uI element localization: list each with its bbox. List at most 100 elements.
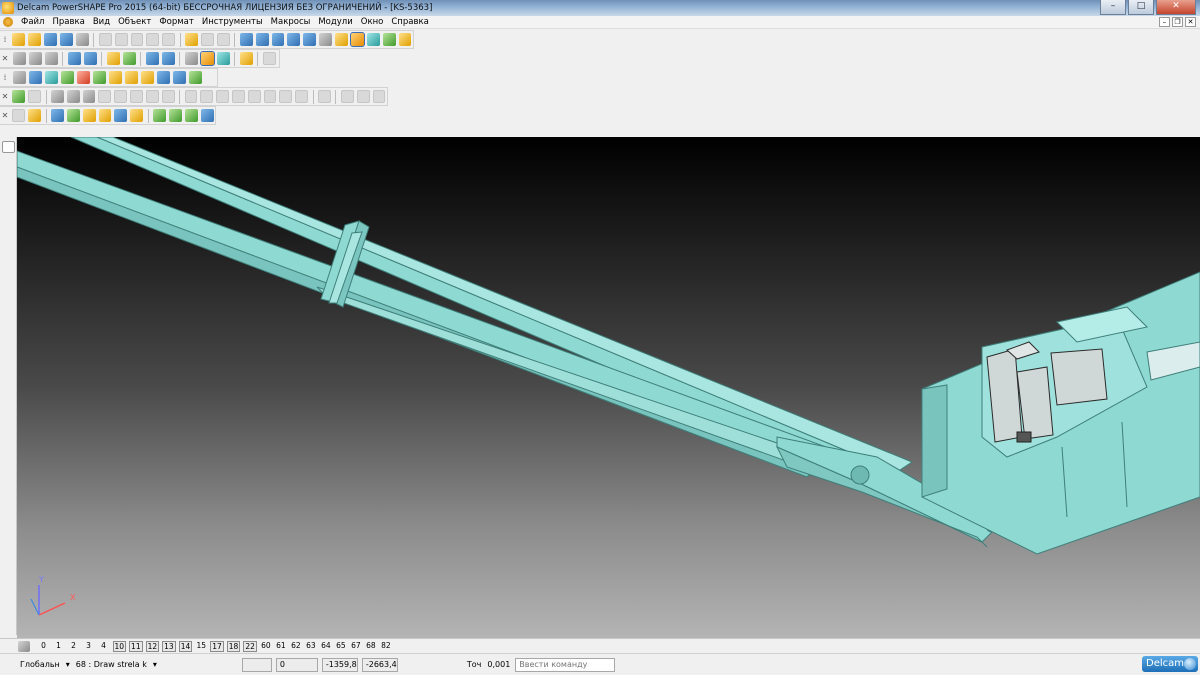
zoom-in-icon[interactable] xyxy=(145,52,159,65)
workplane-icon[interactable] xyxy=(255,33,269,46)
copy-icon[interactable] xyxy=(114,33,128,46)
smart-cursor-icon[interactable] xyxy=(193,658,207,672)
feature-icon[interactable] xyxy=(28,90,41,103)
toolbar-close[interactable]: ✕ xyxy=(1,108,9,123)
active-level-select[interactable]: 68 : Draw strela k xyxy=(76,660,147,669)
fill-in-icon[interactable] xyxy=(130,109,144,122)
level-button[interactable]: 10 xyxy=(112,640,127,652)
boolean-icon[interactable] xyxy=(161,90,175,103)
toolbar-close[interactable]: ✕ xyxy=(1,89,9,104)
component-icon[interactable] xyxy=(156,71,170,84)
extrude-icon[interactable] xyxy=(51,109,64,122)
view-side-icon[interactable] xyxy=(44,52,58,65)
wireframe-icon[interactable] xyxy=(216,52,230,65)
general-edit-icon[interactable] xyxy=(2,177,15,189)
paste-icon[interactable] xyxy=(130,33,144,46)
check-icon[interactable] xyxy=(372,90,386,103)
view-iso-icon[interactable] xyxy=(67,52,81,65)
view-iso2-icon[interactable] xyxy=(83,52,97,65)
save-icon[interactable] xyxy=(44,33,58,46)
dimension-icon[interactable] xyxy=(335,33,348,46)
loft-icon[interactable] xyxy=(98,109,112,122)
ball-icon[interactable] xyxy=(76,71,90,84)
menu-format[interactable]: Формат xyxy=(155,16,198,28)
toolbar-grip[interactable]: ⁞ xyxy=(1,32,9,47)
chevron-down-icon[interactable]: ▾ xyxy=(66,660,70,669)
recalculate-icon[interactable] xyxy=(356,90,370,103)
simplify-icon[interactable] xyxy=(279,90,293,103)
electrode-icon[interactable] xyxy=(382,33,396,46)
open-file-icon[interactable] xyxy=(28,33,42,46)
level-button[interactable]: 65 xyxy=(335,641,347,652)
fillet-icon[interactable] xyxy=(66,90,80,103)
edit-icon[interactable] xyxy=(146,33,160,46)
trim-icon[interactable] xyxy=(200,90,214,103)
tree-icon[interactable] xyxy=(12,90,26,103)
hand-icon[interactable] xyxy=(262,52,276,65)
menu-modules[interactable]: Модули xyxy=(314,16,356,28)
shell-solid-icon[interactable] xyxy=(200,109,214,122)
solid-icon[interactable] xyxy=(366,33,380,46)
menu-file[interactable]: Файл xyxy=(17,16,48,28)
document-icon[interactable] xyxy=(3,17,13,27)
pattern-icon[interactable] xyxy=(188,71,202,84)
redo-icon[interactable] xyxy=(201,33,214,46)
workplane-icon[interactable] xyxy=(2,658,16,672)
menu-help[interactable]: Справка xyxy=(387,16,432,28)
smartsurface-icon[interactable] xyxy=(168,109,182,122)
level-button[interactable]: 14 xyxy=(178,640,193,652)
arrow-icon[interactable] xyxy=(108,71,122,84)
undo-icon[interactable] xyxy=(185,33,199,46)
menu-macros[interactable]: Макросы xyxy=(267,16,315,28)
rotate-icon[interactable] xyxy=(106,52,120,65)
light-icon[interactable] xyxy=(239,52,253,65)
unite-icon[interactable] xyxy=(295,90,309,103)
save-as-icon[interactable] xyxy=(60,33,73,46)
level-button[interactable]: 2 xyxy=(68,641,80,652)
graphics-viewport[interactable]: X Y xyxy=(17,137,1200,638)
minimize-button[interactable]: – xyxy=(1100,0,1126,15)
line-icon[interactable] xyxy=(271,33,285,46)
level-button[interactable]: 12 xyxy=(145,640,160,652)
position-icon[interactable] xyxy=(417,658,431,672)
calculator-icon[interactable] xyxy=(401,658,415,672)
cut-icon[interactable] xyxy=(98,33,112,46)
select-filter-icon[interactable] xyxy=(2,155,15,167)
level-button[interactable]: 62 xyxy=(290,641,302,652)
pencil-icon[interactable] xyxy=(44,71,58,84)
annotation-menu-icon[interactable] xyxy=(2,247,15,259)
draft-icon[interactable] xyxy=(114,90,128,103)
assembly-icon[interactable] xyxy=(140,71,154,84)
surface-menu-icon[interactable] xyxy=(2,205,15,217)
app-icon[interactable] xyxy=(2,2,14,14)
view-front-icon[interactable] xyxy=(28,52,42,65)
text-icon[interactable] xyxy=(319,33,333,46)
document-icon[interactable] xyxy=(28,71,42,84)
assembly-menu-icon[interactable] xyxy=(2,261,15,273)
level-button[interactable]: 3 xyxy=(83,641,95,652)
curve-icon[interactable] xyxy=(303,33,317,46)
levels-icon[interactable] xyxy=(18,640,30,652)
wireframe-menu-icon[interactable] xyxy=(2,233,15,245)
level-button[interactable]: 13 xyxy=(162,640,176,652)
print-icon[interactable] xyxy=(449,658,463,672)
value-field[interactable]: 0 xyxy=(275,657,318,672)
snap-icon[interactable] xyxy=(177,658,191,672)
menu-edit[interactable]: Правка xyxy=(48,16,88,28)
heal-icon[interactable] xyxy=(247,90,261,103)
doc-restore-button[interactable]: ❐ xyxy=(1172,17,1183,27)
shaded-icon[interactable] xyxy=(199,51,215,66)
mesh-menu-icon[interactable] xyxy=(2,219,15,231)
extend-icon[interactable] xyxy=(216,90,229,103)
menu-window[interactable]: Окно xyxy=(357,16,388,28)
surface-select-icon[interactable] xyxy=(12,109,26,122)
workplane-select[interactable]: Глобальн xyxy=(20,660,60,669)
sweep-icon[interactable] xyxy=(82,109,96,122)
help-cursor-icon[interactable] xyxy=(216,33,230,46)
history-icon[interactable] xyxy=(318,90,331,103)
pan-icon[interactable] xyxy=(184,52,198,65)
zoom-icon[interactable] xyxy=(122,52,136,65)
scissors-icon[interactable] xyxy=(162,33,176,46)
print-icon[interactable] xyxy=(75,33,89,46)
menu-view[interactable]: Вид xyxy=(89,16,114,28)
